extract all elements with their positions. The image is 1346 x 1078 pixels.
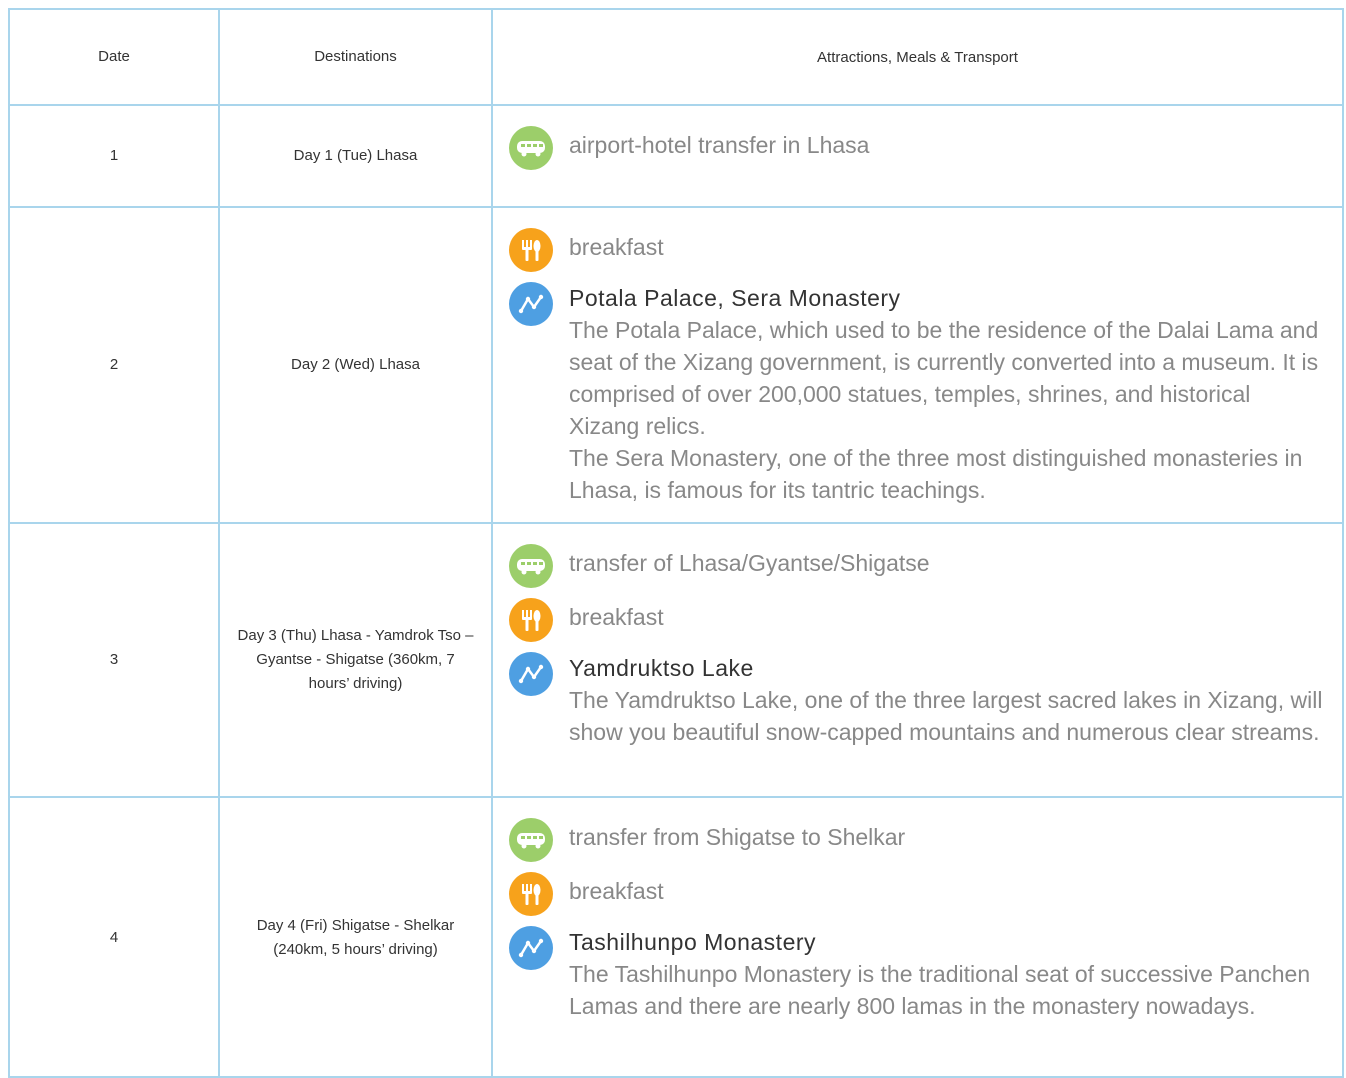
header-destinations: Destinations [220,10,493,104]
details-cell: airport-hotel transfer in Lhasa [493,106,1342,206]
meal-icon [509,872,553,916]
attraction-title: Tashilhunpo Monastery [569,929,817,955]
day-number: 1 [10,106,220,206]
list-item: Tashilhunpo Monastery The Tashilhunpo Mo… [509,924,1324,1022]
details-cell: breakfast Potala Palace, Sera Monastery … [493,208,1342,522]
list-item: breakfast [509,226,1324,272]
day-number: 4 [10,798,220,1076]
list-item: breakfast [509,870,1324,916]
transport-text: transfer of Lhasa/Gyantse/Shigatse [569,550,930,576]
itinerary-table: Date Destinations Attractions, Meals & T… [8,8,1344,1078]
attraction-description: The Yamdruktso Lake, one of the three la… [569,687,1323,745]
details-cell: transfer from Shigatse to Shelkar breakf… [493,798,1342,1076]
destination: Day 1 (Tue) Lhasa [220,106,493,206]
list-item: Yamdruktso Lake The Yamdruktso Lake, one… [509,650,1324,748]
table-row: 4 Day 4 (Fri) Shigatse - Shelkar (240km,… [10,798,1342,1076]
destination: Day 3 (Thu) Lhasa - Yamdrok Tso – Gyants… [220,524,493,796]
day-number: 2 [10,208,220,522]
bus-icon [509,818,553,862]
destination: Day 2 (Wed) Lhasa [220,208,493,522]
list-item: Potala Palace, Sera Monastery The Potala… [509,280,1324,506]
table-row: 1 Day 1 (Tue) Lhasa airport-hotel transf… [10,106,1342,208]
meal-icon [509,598,553,642]
attraction-description: The Potala Palace, which used to be the … [569,317,1319,503]
attraction-title: Yamdruktso Lake [569,655,754,681]
meal-text: breakfast [569,878,664,904]
meal-icon [509,228,553,272]
table-row: 2 Day 2 (Wed) Lhasa breakfast Potala Pal… [10,208,1342,524]
bus-icon [509,544,553,588]
list-item: breakfast [509,596,1324,642]
transport-text: airport-hotel transfer in Lhasa [569,132,870,158]
sightseeing-icon [509,926,553,970]
bus-icon [509,126,553,170]
table-row: 3 Day 3 (Thu) Lhasa - Yamdrok Tso – Gyan… [10,524,1342,798]
sightseeing-icon [509,282,553,326]
details-cell: transfer of Lhasa/Gyantse/Shigatse break… [493,524,1342,796]
attraction-description: The Tashilhunpo Monastery is the traditi… [569,961,1311,1019]
table-header-row: Date Destinations Attractions, Meals & T… [10,10,1342,106]
meal-text: breakfast [569,234,664,260]
attraction-title: Potala Palace, Sera Monastery [569,285,901,311]
sightseeing-icon [509,652,553,696]
list-item: airport-hotel transfer in Lhasa [509,124,1324,170]
list-item: transfer from Shigatse to Shelkar [509,816,1324,862]
day-number: 3 [10,524,220,796]
meal-text: breakfast [569,604,664,630]
transport-text: transfer from Shigatse to Shelkar [569,824,906,850]
header-date: Date [10,10,220,104]
list-item: transfer of Lhasa/Gyantse/Shigatse [509,542,1324,588]
header-details: Attractions, Meals & Transport [817,48,1018,66]
destination: Day 4 (Fri) Shigatse - Shelkar (240km, 5… [220,798,493,1076]
